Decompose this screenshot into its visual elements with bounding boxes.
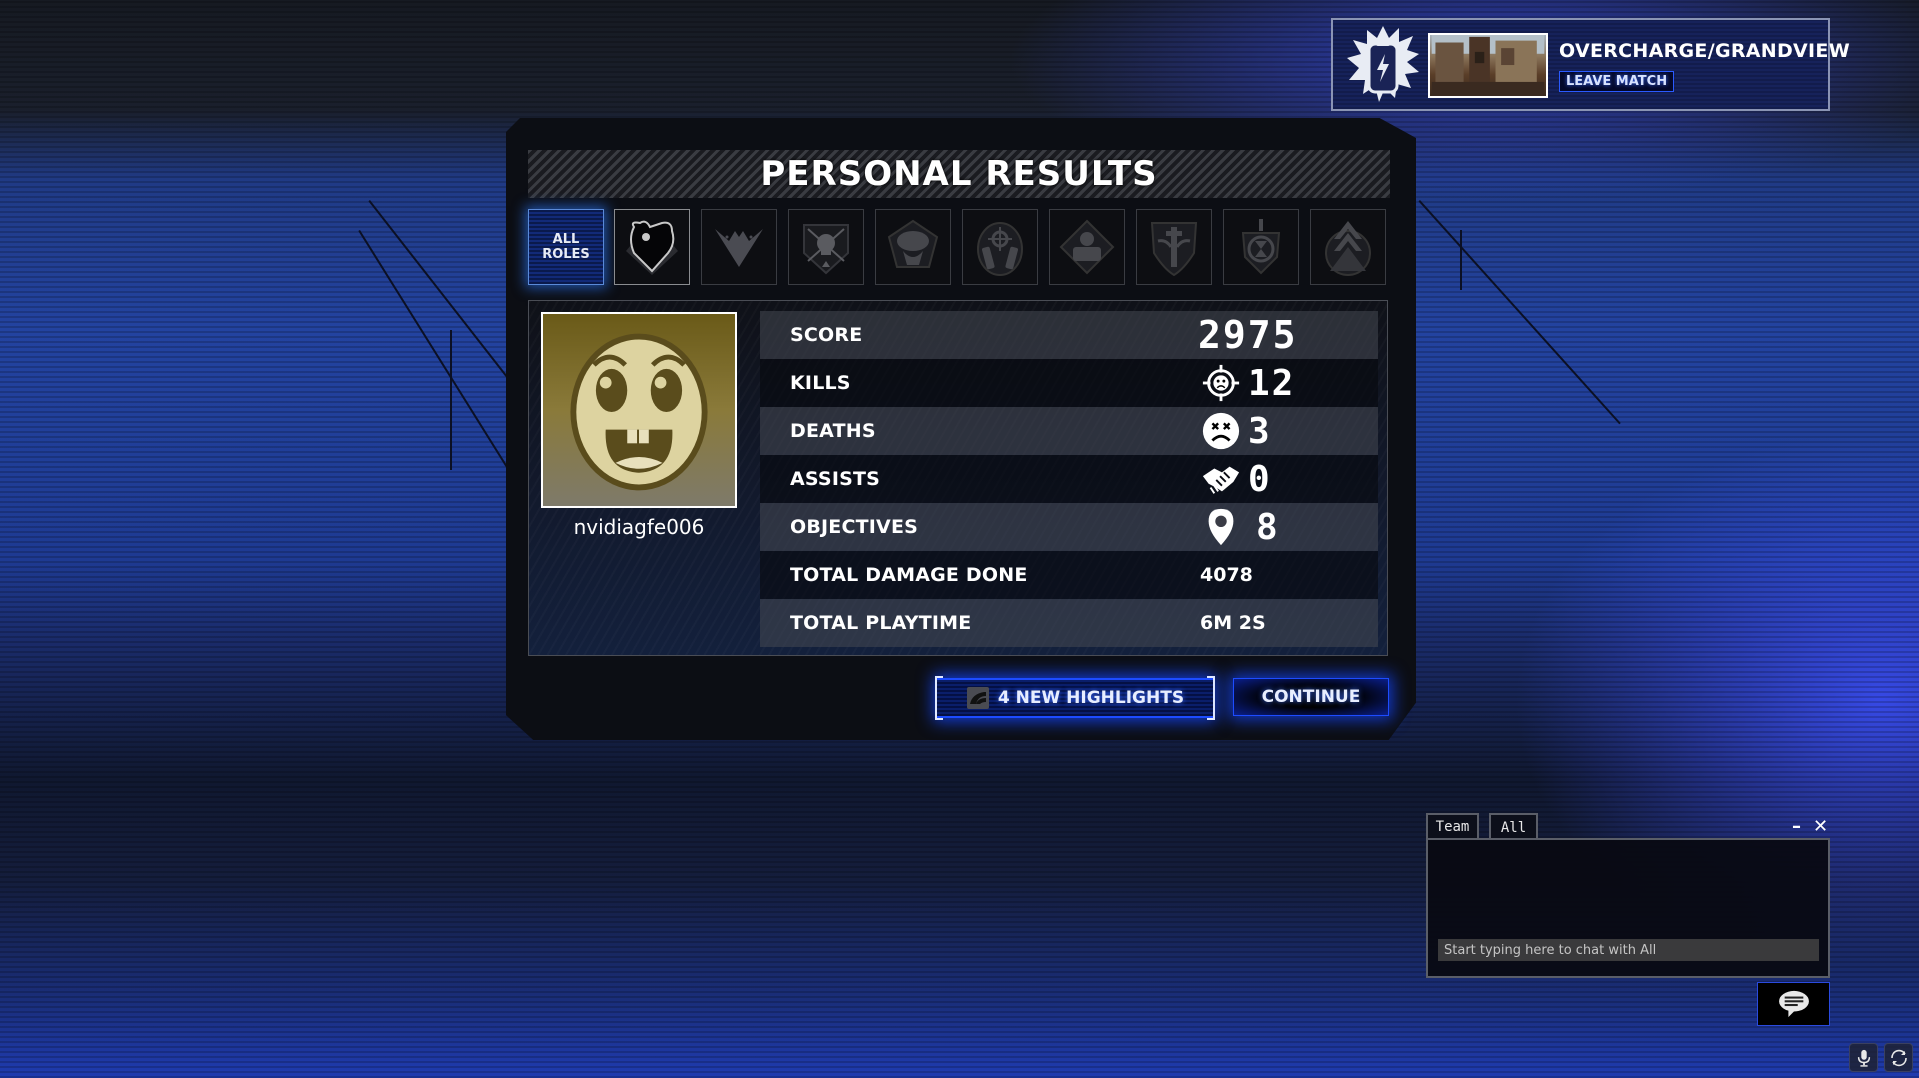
- leave-match-label: LEAVE MATCH: [1566, 74, 1668, 89]
- leave-match-button[interactable]: LEAVE MATCH: [1559, 71, 1675, 92]
- brawler-fist-icon: [626, 220, 678, 275]
- role-tab-commander[interactable]: [1310, 209, 1386, 285]
- role-tab-cobra[interactable]: [875, 209, 951, 285]
- cobra-icon: [887, 219, 939, 268]
- stat-row-objectives: OBJECTIVES 8: [760, 503, 1378, 551]
- role-tab-eagle[interactable]: [701, 209, 777, 285]
- stat-label: TOTAL PLAYTIME: [790, 612, 972, 634]
- stat-label: ASSISTS: [790, 468, 881, 490]
- stat-row-assists: ASSISTS 0: [760, 455, 1378, 503]
- nvidia-highlights-icon: [966, 686, 990, 710]
- dead-face-icon: [1200, 410, 1242, 452]
- role-tab-gunslinger[interactable]: [962, 209, 1038, 285]
- stat-value: 4078: [1200, 564, 1253, 586]
- medic-caduceus-icon: [1150, 222, 1198, 277]
- title-banner: PERSONAL RESULTS: [528, 150, 1390, 198]
- stat-row-score: SCORE 2975: [760, 311, 1378, 359]
- page-title: PERSONAL RESULTS: [760, 154, 1158, 194]
- role-tab-medic[interactable]: [1136, 209, 1212, 285]
- refresh-button[interactable]: [1884, 1043, 1913, 1072]
- happy-face-avatar-icon: [570, 333, 708, 491]
- role-tab-all-roles[interactable]: ALL ROLES: [528, 209, 604, 285]
- chat-toggle-button[interactable]: [1757, 982, 1830, 1026]
- bg-decor-line: [1418, 200, 1621, 425]
- stat-label: OBJECTIVES: [790, 516, 919, 538]
- new-highlights-label: 4 NEW HIGHLIGHTS: [997, 688, 1185, 708]
- chat-input[interactable]: [1438, 939, 1819, 961]
- bg-decor-line: [1460, 230, 1462, 290]
- stat-label: KILLS: [790, 372, 851, 394]
- role-tab-heavy[interactable]: [1049, 209, 1125, 285]
- chevron-rank-icon: [1325, 221, 1371, 276]
- skull-arrows-icon: [803, 224, 849, 275]
- chat-tab-team[interactable]: Team: [1426, 813, 1479, 838]
- crosshair-pistols-icon: [977, 222, 1023, 276]
- chat-panel: [1426, 838, 1830, 978]
- role-tab-label: ALL ROLES: [542, 232, 590, 262]
- stat-value: 3: [1248, 410, 1272, 452]
- chat-bubble-icon: [1778, 990, 1809, 1018]
- role-tab-timekeeper[interactable]: [1223, 209, 1299, 285]
- chat-tab-all[interactable]: All: [1489, 813, 1538, 840]
- continue-label: CONTINUE: [1261, 687, 1361, 707]
- close-icon[interactable]: ✕: [1813, 818, 1828, 836]
- username: nvidiagfe006: [573, 515, 705, 539]
- microphone-icon: [1857, 1049, 1870, 1067]
- bracket-decor: [1207, 676, 1215, 720]
- stat-row-total-damage: TOTAL DAMAGE DONE 4078: [760, 551, 1378, 599]
- stat-row-total-playtime: TOTAL PLAYTIME 6M 2S: [760, 599, 1378, 647]
- stat-label: SCORE: [790, 324, 863, 346]
- match-mode-map-title: OVERCHARGE/GRANDVIEW: [1559, 40, 1850, 62]
- match-info-card: OVERCHARGE/GRANDVIEW LEAVE MATCH: [1331, 18, 1850, 111]
- stat-value: 2975: [1198, 313, 1298, 357]
- role-tab-skull[interactable]: [788, 209, 864, 285]
- stat-value: 8: [1256, 506, 1280, 548]
- eagle-wings-icon: [715, 229, 763, 267]
- stat-label: DEATHS: [790, 420, 876, 442]
- microphone-button[interactable]: [1849, 1043, 1878, 1072]
- role-tab-brawler[interactable]: [614, 209, 690, 285]
- stat-value: 6M 2S: [1200, 612, 1266, 634]
- continue-button[interactable]: CONTINUE: [1233, 678, 1389, 716]
- stat-value: 0: [1248, 458, 1272, 500]
- stat-label: TOTAL DAMAGE DONE: [790, 564, 1028, 586]
- stat-row-kills: KILLS 12: [760, 359, 1378, 407]
- stat-value: 12: [1248, 362, 1296, 404]
- bg-decor-line: [358, 230, 519, 486]
- crosshair-skull-icon: [1200, 362, 1242, 404]
- map-thumbnail: [1428, 33, 1548, 98]
- new-highlights-button[interactable]: 4 NEW HIGHLIGHTS: [935, 676, 1215, 720]
- overcharge-battery-icon: [1345, 24, 1421, 106]
- minimize-icon[interactable]: –: [1792, 818, 1801, 836]
- heavy-soldier-icon: [1059, 219, 1115, 275]
- hourglass-shield-icon: [1241, 219, 1281, 275]
- avatar: [541, 312, 737, 508]
- bg-decor-line: [450, 330, 452, 470]
- handshake-icon: [1200, 458, 1242, 500]
- refresh-icon: [1890, 1049, 1907, 1066]
- bracket-decor: [935, 676, 943, 720]
- stat-row-deaths: DEATHS 3: [760, 407, 1378, 455]
- bg-decor-line: [368, 200, 518, 391]
- map-pin-icon: [1200, 506, 1242, 548]
